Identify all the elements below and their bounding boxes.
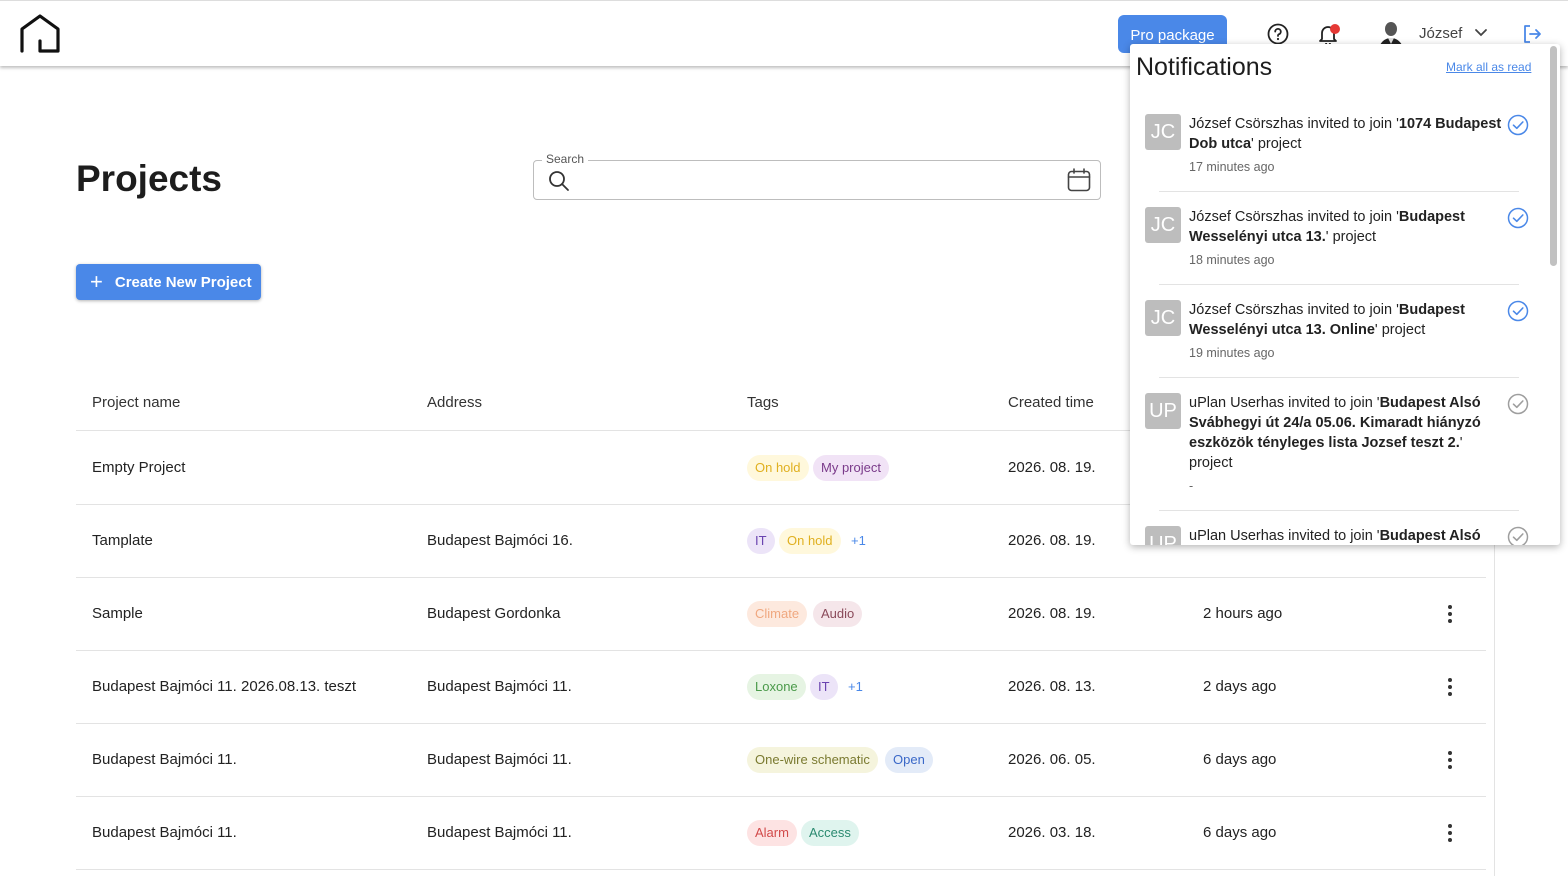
created-time-cell: 2026. 06. 05. [1008,750,1096,768]
row-menu-icon[interactable] [1443,750,1457,770]
notification-text-prefix: uPlan Userhas invited to join ' [1189,395,1380,411]
tag-badge: My project [813,454,889,481]
notification-text: József Csörszhas invited to join 'Budape… [1189,300,1507,340]
notification-text-prefix: József Csörszhas invited to join ' [1189,116,1399,132]
project-name-cell[interactable]: Budapest Bajmóci 11. 2026.08.13. teszt [92,678,356,695]
modified-time-cell: 2 days ago [1203,677,1277,695]
help-icon[interactable] [1267,23,1289,45]
project-name-cell[interactable]: Empty Project [92,459,185,476]
notification-text: uPlan Userhas invited to join 'Budapest … [1189,526,1507,545]
home-logo-icon[interactable] [18,13,62,55]
calendar-icon[interactable] [1066,167,1092,193]
address-cell: Budapest Bajmóci 11. [427,823,572,841]
project-name-cell[interactable]: Sample [92,605,143,622]
read-check-icon[interactable] [1507,526,1529,545]
table-divider [76,869,1486,870]
notification-time: 19 minutes ago [1189,346,1275,360]
tag-badge: Climate [747,600,808,627]
search-label: Search [542,152,589,166]
notification-text: uPlan Userhas invited to join 'Budapest … [1189,393,1507,473]
mark-read-check-icon[interactable] [1507,207,1529,229]
notification-avatar: JC [1145,300,1181,336]
notification-time: - [1189,479,1194,493]
scrollbar-thumb[interactable] [1550,46,1557,266]
column-divider [1494,545,1495,876]
notification-avatar: UP [1145,526,1181,545]
notification-badge [1330,24,1340,34]
notification-divider [1159,377,1519,378]
notification-time: 18 minutes ago [1189,253,1275,267]
read-check-icon[interactable] [1507,393,1529,415]
notification-time: 17 minutes ago [1189,160,1275,174]
search-input[interactable] [580,166,1050,194]
tag-badge: IT [810,673,838,700]
created-time-cell: 2026. 08. 13. [1008,677,1096,695]
column-header-project-name[interactable]: Project name [92,394,180,411]
notification-divider [1159,191,1519,192]
more-tags-count[interactable]: +1 [851,533,866,548]
mark-all-read-link[interactable]: Mark all as read [1446,60,1531,74]
tag-badge: On hold [779,527,841,554]
column-header-tags[interactable]: Tags [747,394,779,411]
notification-avatar: JC [1145,114,1181,150]
notification-text-suffix: ' project [1325,229,1377,245]
notification-text: József Csörszhas invited to join 'Budape… [1189,207,1507,247]
notification-project-name: Budapest Alsó [1379,528,1481,544]
notification-item[interactable]: UP uPlan Userhas invited to join 'Budapes… [1130,391,1548,493]
modified-time-cell: 6 days ago [1203,750,1277,768]
tag-badge: Loxone [747,673,806,700]
address-cell: Budapest Bajmóci 16. [427,531,573,549]
tag-badge: IT [747,527,775,554]
user-name[interactable]: József [1419,25,1462,42]
mark-read-check-icon[interactable] [1507,114,1529,136]
tag-badge: One-wire schematic [747,746,878,773]
notification-item[interactable]: UP uPlan Userhas invited to join 'Budapes… [1130,524,1548,545]
notification-text-suffix: ' project [1374,322,1426,338]
notification-divider [1159,284,1519,285]
notification-avatar: JC [1145,207,1181,243]
created-time-cell: 2026. 08. 19. [1008,604,1096,622]
address-cell: Budapest Bajmóci 11. [427,677,572,695]
tag-badge: On hold [747,454,809,481]
project-name-cell[interactable]: Budapest Bajmóci 11. [92,824,237,841]
tag-badge: Access [801,819,859,846]
notification-text-prefix: uPlan Userhas invited to join ' [1189,528,1380,544]
row-menu-icon[interactable] [1443,604,1457,624]
notification-divider [1159,510,1519,511]
created-time-cell: 2026. 08. 19. [1008,458,1096,476]
notification-avatar: UP [1145,393,1181,429]
search-icon [549,171,569,191]
mark-read-check-icon[interactable] [1507,300,1529,322]
modified-time-cell: 2 hours ago [1203,604,1283,622]
create-new-project-label: Create New Project [114,273,252,291]
created-time-cell: 2026. 03. 18. [1008,823,1096,841]
column-header-address[interactable]: Address [427,394,482,411]
notification-text-suffix: ' project [1251,136,1302,152]
notification-text: József Csörszhas invited to join '1074 B… [1189,114,1507,154]
chevron-down-icon[interactable] [1474,28,1488,38]
tag-badge: Audio [813,600,863,627]
plus-icon: + [90,269,103,294]
row-menu-icon[interactable] [1443,823,1457,843]
create-new-project-button[interactable]: + Create New Project [76,264,261,300]
column-header-created-time[interactable]: Created time [1008,394,1094,411]
notification-text-prefix: József Csörszhas invited to join ' [1189,302,1399,318]
page-title: Projects [76,158,223,199]
notifications-title: Notifications [1136,53,1273,81]
more-tags-count[interactable]: +1 [848,679,863,694]
address-cell: Budapest Bajmóci 11. [427,750,572,768]
modified-time-cell: 6 days ago [1203,823,1277,841]
project-name-cell[interactable]: Budapest Bajmóci 11. [92,751,237,768]
address-cell: Budapest Gordonka [427,604,561,622]
logout-icon[interactable] [1521,23,1543,45]
tag-badge: Open [885,746,933,773]
row-menu-icon[interactable] [1443,677,1457,697]
project-name-cell[interactable]: Tamplate [92,532,153,549]
notification-text-prefix: József Csörszhas invited to join ' [1189,209,1399,225]
notifications-panel: Notifications Mark all as read JC József … [1130,44,1560,545]
created-time-cell: 2026. 08. 19. [1008,531,1096,549]
notifications-scrollbar[interactable] [1548,44,1560,545]
tag-badge: Alarm [747,819,797,846]
